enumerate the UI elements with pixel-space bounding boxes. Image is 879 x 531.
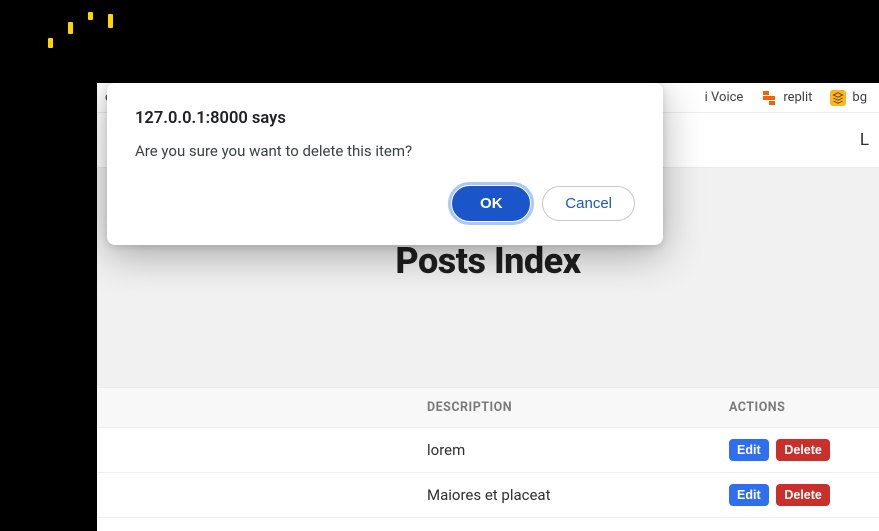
bookmark-label: replit	[783, 90, 812, 105]
edit-button[interactable]: Edit	[729, 484, 769, 506]
decorative-bar	[48, 38, 53, 48]
delete-button[interactable]: Delete	[776, 484, 830, 506]
bookmark-bg[interactable]: bg	[830, 90, 867, 106]
bookmark-replit[interactable]: replit	[761, 90, 812, 106]
bookmark-label: bg	[852, 90, 867, 105]
dialog-buttons: OK Cancel	[135, 186, 635, 221]
col-header-description: DESCRIPTION	[97, 388, 729, 428]
browser-viewport: e i Voice replit bg L Posts Index	[97, 83, 879, 531]
decorative-bar	[88, 12, 93, 20]
dialog-ok-button[interactable]: OK	[452, 186, 530, 221]
dialog-title: 127.0.0.1:8000 says	[135, 109, 635, 128]
decorative-bar	[108, 14, 113, 28]
col-header-actions: ACTIONS	[729, 388, 879, 428]
edit-button[interactable]: Edit	[729, 439, 769, 461]
dialog-cancel-button[interactable]: Cancel	[542, 186, 635, 221]
cell-actions: Edit Delete	[729, 428, 879, 473]
decorative-bar	[68, 22, 73, 34]
replit-icon	[761, 90, 777, 106]
cell-actions: Edit Delete	[729, 473, 879, 518]
delete-button[interactable]: Delete	[776, 439, 830, 461]
cell-description: lorem	[97, 428, 729, 473]
dialog-message: Are you sure you want to delete this ite…	[135, 142, 635, 160]
confirm-dialog: 127.0.0.1:8000 says Are you sure you wan…	[107, 83, 663, 245]
bg-icon	[830, 90, 846, 106]
decorative-bars	[48, 8, 113, 48]
table-row: Maiores et placeat Edit Delete	[97, 473, 879, 518]
posts-table: DESCRIPTION ACTIONS lorem Edit Delete Ma…	[97, 388, 879, 518]
page-title: Posts Index	[97, 240, 879, 282]
cell-description: Maiores et placeat	[97, 473, 729, 518]
table-row: lorem Edit Delete	[97, 428, 879, 473]
bookmark-ai-voice[interactable]: i Voice	[705, 90, 744, 105]
nav-link-fragment[interactable]: L	[842, 130, 869, 150]
bookmark-label: i Voice	[705, 90, 744, 105]
table-header-row: DESCRIPTION ACTIONS	[97, 388, 879, 428]
